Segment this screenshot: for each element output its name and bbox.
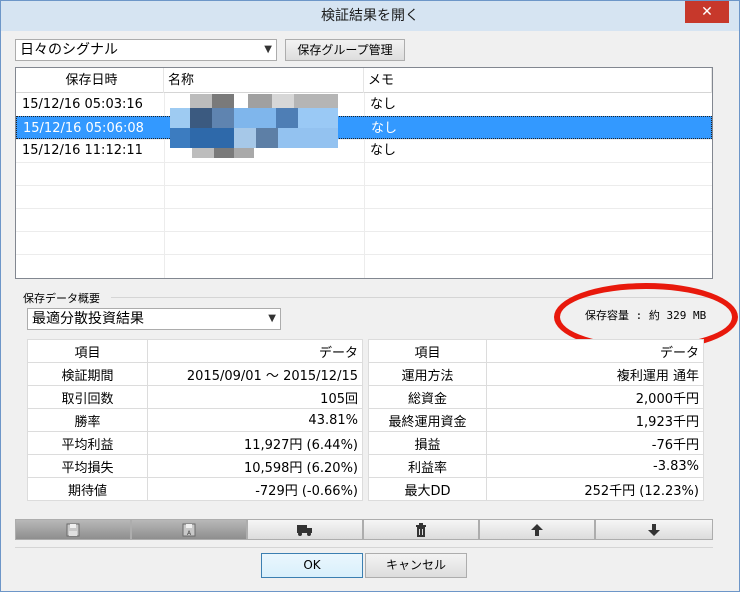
arrow-up-icon xyxy=(531,523,543,536)
table-row: 最大DD 252千円 (12.23%) xyxy=(368,477,704,501)
table-row: 検証期間 2015/09/01 〜 2015/12/15 xyxy=(27,362,363,386)
table-row: 利益率 -3.83% xyxy=(368,454,704,478)
save-icon xyxy=(66,523,80,536)
table-header-item: 項目 xyxy=(368,339,487,363)
table-row: 平均利益 11,927円 (6.44%) xyxy=(27,431,363,455)
table-header-data: データ xyxy=(147,339,363,363)
list-item-selected[interactable]: 15/12/16 05:06:08 なし xyxy=(16,116,712,139)
close-button[interactable]: ✕ xyxy=(685,1,729,23)
title-bar: 検証結果を開く xyxy=(1,1,739,31)
save-as-button[interactable]: A xyxy=(131,519,247,540)
group-select-value: 日々のシグナル xyxy=(20,42,118,58)
table-row: 平均損失 10,598円 (6.20%) xyxy=(27,454,363,478)
delete-button[interactable] xyxy=(363,519,479,540)
table-row: 運用方法 複利運用 通年 xyxy=(368,362,704,386)
arrow-down-icon xyxy=(648,523,660,536)
column-header-name[interactable]: 名称 xyxy=(164,68,364,93)
cancel-button[interactable]: キャンセル xyxy=(365,553,467,578)
move-up-button[interactable] xyxy=(479,519,595,540)
move-down-button[interactable] xyxy=(595,519,713,540)
list-item[interactable]: 15/12/16 11:12:11 なし xyxy=(16,139,712,162)
table-row: 取引回数 105回 xyxy=(27,385,363,409)
row-datetime: 15/12/16 05:03:16 xyxy=(22,97,143,112)
row-datetime: 15/12/16 11:12:11 xyxy=(22,143,143,158)
table-row: 勝率 43.81% xyxy=(27,408,363,432)
summary-table-left: 項目 データ 検証期間 2015/09/01 〜 2015/12/15 取引回数… xyxy=(27,339,363,501)
table-row: 期待値 -729円 (-0.66%) xyxy=(27,477,363,501)
list-header: 保存日時 名称 メモ xyxy=(16,68,712,93)
row-memo: なし xyxy=(371,121,398,136)
ok-button[interactable]: OK xyxy=(261,553,363,578)
column-header-datetime[interactable]: 保存日時 xyxy=(16,68,164,93)
table-header-item: 項目 xyxy=(27,339,148,363)
row-memo: なし xyxy=(370,143,397,158)
row-memo: なし xyxy=(370,97,397,112)
row-datetime: 15/12/16 05:06:08 xyxy=(23,121,144,136)
column-header-memo[interactable]: メモ xyxy=(364,68,712,93)
table-header-data: データ xyxy=(486,339,704,363)
dialog-window: 検証結果を開く ✕ 日々のシグナル ▼ 保存グループ管理 保存日時 名称 メモ … xyxy=(0,0,740,592)
chevron-down-icon: ▼ xyxy=(268,313,276,324)
summary-type-value: 最適分散投資結果 xyxy=(32,311,144,327)
move-button[interactable] xyxy=(247,519,363,540)
list-item[interactable]: 15/12/16 05:03:16 なし xyxy=(16,93,712,116)
truck-icon xyxy=(297,524,312,536)
table-row: 最終運用資金 1,923千円 xyxy=(368,408,704,432)
chevron-down-icon: ▼ xyxy=(264,44,272,55)
summary-section-label: 保存データ概要 xyxy=(23,292,100,305)
group-manage-button[interactable]: 保存グループ管理 xyxy=(285,39,405,61)
summary-table-right: 項目 データ 運用方法 複利運用 通年 総資金 2,000千円 最終運用資金 1… xyxy=(368,339,704,501)
table-row: 損益 -76千円 xyxy=(368,431,704,455)
summary-type-select[interactable]: 最適分散投資結果 ▼ xyxy=(27,308,281,330)
window-title: 検証結果を開く xyxy=(321,8,419,24)
trash-icon xyxy=(416,522,426,537)
table-row: 総資金 2,000千円 xyxy=(368,385,704,409)
saved-results-list[interactable]: 保存日時 名称 メモ 15/12/16 05:03:16 なし 15/12/16… xyxy=(15,67,713,279)
save-button[interactable] xyxy=(15,519,131,540)
save-as-icon: A xyxy=(182,523,196,537)
group-select[interactable]: 日々のシグナル ▼ xyxy=(15,39,277,61)
